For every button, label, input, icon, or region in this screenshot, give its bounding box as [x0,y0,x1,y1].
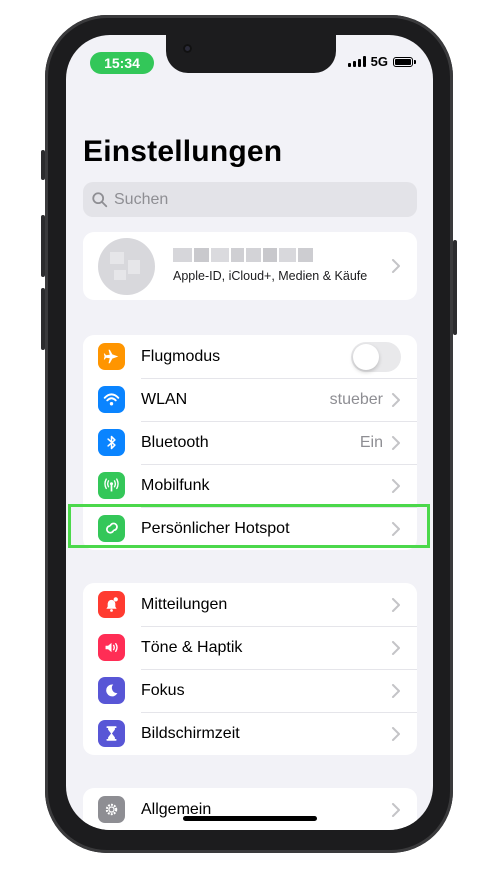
battery-icon [393,56,416,67]
search-icon [92,191,108,207]
front-camera [183,44,192,53]
row-label: Fokus [141,681,185,699]
status-time: 15:34 [90,52,154,74]
row-label: Mitteilungen [141,595,228,613]
airplane-icon [98,343,125,370]
settings-row-wlan[interactable]: WLAN stueber [83,378,417,421]
page-title: Einstellungen [83,135,283,168]
chevron-right-icon [392,479,400,493]
wifi-icon [98,386,125,413]
bluetooth-icon [98,429,125,456]
row-label: Bluetooth [141,433,209,451]
phone-screen: 15:34 5G Einstellungen Suchen Apple-ID, … [66,35,433,830]
status-icons: 5G [347,54,416,69]
home-indicator[interactable] [183,816,317,821]
settings-row-mobilfunk[interactable]: Mobilfunk [83,464,417,507]
apple-id-subtitle: Apple-ID, iCloud+, Medien & Käufe [173,269,368,283]
row-label: Töne & Haptik [141,638,243,656]
mute-switch [41,150,45,180]
row-label: Bildschirmzeit [141,724,240,742]
bluetooth-state-value: Ein [359,433,383,451]
chevron-right-icon [392,522,400,536]
chevron-right-icon [392,727,400,741]
connectivity-group: Flugmodus WLAN stueber Bluetooth Ein Mob… [83,335,417,550]
volume-down-button [41,288,45,350]
row-label: Persönlicher Hotspot [141,519,290,537]
settings-row-bildschirmzeit[interactable]: Bildschirmzeit [83,712,417,755]
settings-row-toene-haptik[interactable]: Töne & Haptik [83,626,417,669]
chevron-right-icon [392,684,400,698]
chevron-right-icon [392,436,400,450]
wlan-network-value: stueber [329,390,383,408]
settings-row-mitteilungen[interactable]: Mitteilungen [83,583,417,626]
moon-icon [98,677,125,704]
blurred-account-name [173,248,313,262]
avatar [98,238,155,295]
settings-row-allgemein[interactable]: Allgemein [83,788,417,830]
search-input[interactable]: Suchen [83,182,417,217]
row-label: Flugmodus [141,347,221,365]
hotspot-icon [98,515,125,542]
chevron-right-icon [392,641,400,655]
chevron-right-icon [392,393,400,407]
volume-up-button [41,215,45,277]
bell-icon [98,591,125,618]
cellular-signal-icon [347,56,366,67]
airplane-mode-toggle[interactable] [351,342,401,372]
settings-row-fokus[interactable]: Fokus [83,669,417,712]
speaker-icon [98,634,125,661]
power-button [453,240,457,335]
network-type: 5G [370,54,388,69]
gear-icon [98,796,125,823]
settings-row-flugmodus[interactable]: Flugmodus [83,335,417,378]
general-group: Allgemein [83,788,417,830]
notch [166,35,336,73]
notifications-group: Mitteilungen Töne & Haptik Fokus Bildsch… [83,583,417,755]
row-label: WLAN [141,390,188,408]
chevron-right-icon [392,598,400,612]
hourglass-icon [98,720,125,747]
apple-id-card[interactable]: Apple-ID, iCloud+, Medien & Käufe [83,232,417,300]
chevron-right-icon [392,259,400,273]
settings-row-bluetooth[interactable]: Bluetooth Ein [83,421,417,464]
row-label: Mobilfunk [141,476,210,494]
search-placeholder: Suchen [114,190,169,208]
chevron-right-icon [392,803,400,817]
settings-row-hotspot[interactable]: Persönlicher Hotspot [83,507,417,550]
antenna-icon [98,472,125,499]
